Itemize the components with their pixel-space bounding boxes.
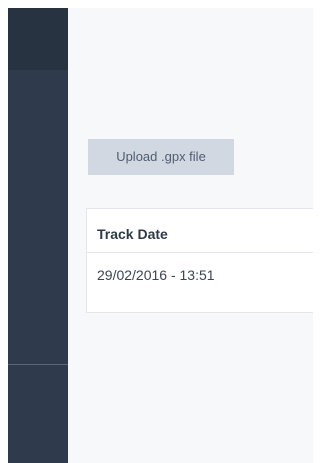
- main-content: Upload .gpx file Track Date 29/02/2016 -…: [68, 8, 313, 463]
- upload-gpx-button[interactable]: Upload .gpx file: [88, 139, 234, 175]
- tracks-table: Track Date 29/02/2016 - 13:51: [86, 208, 313, 313]
- sidebar: [8, 8, 68, 463]
- sidebar-header: [8, 8, 68, 70]
- table-header-divider: [87, 252, 313, 253]
- table-cell-track-date[interactable]: 29/02/2016 - 13:51: [97, 267, 215, 283]
- column-header-track-date: Track Date: [97, 226, 168, 242]
- sidebar-divider: [8, 364, 68, 365]
